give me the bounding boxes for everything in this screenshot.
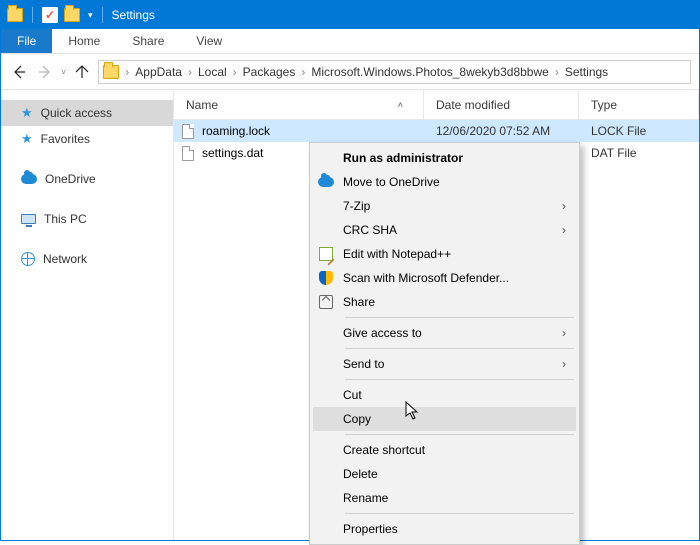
ctx-create-shortcut[interactable]: Create shortcut	[313, 438, 576, 462]
separator	[345, 379, 574, 380]
ctx-copy[interactable]: Copy	[313, 407, 576, 431]
sidebar-item-favorites[interactable]: ★ Favorites	[1, 126, 173, 152]
new-folder-icon[interactable]	[64, 8, 80, 22]
quick-access-toolbar: ✓ ▾	[1, 7, 106, 23]
address-bar[interactable]: › AppData › Local › Packages › Microsoft…	[98, 60, 691, 84]
column-header-name[interactable]: Name ˄	[174, 90, 424, 119]
ctx-scan-defender[interactable]: Scan with Microsoft Defender...	[313, 266, 576, 290]
sidebar-item-onedrive[interactable]: OneDrive	[1, 166, 173, 192]
ctx-delete[interactable]: Delete	[313, 462, 576, 486]
ctx-cut[interactable]: Cut	[313, 383, 576, 407]
separator	[345, 317, 574, 318]
separator	[32, 7, 33, 23]
star-icon: ★	[21, 131, 33, 147]
up-button[interactable]	[72, 62, 92, 82]
share-icon	[319, 295, 333, 309]
chevron-right-icon[interactable]: ›	[123, 65, 131, 79]
network-icon	[21, 252, 35, 266]
chevron-right-icon: ›	[562, 326, 566, 340]
chevron-right-icon: ›	[562, 357, 566, 371]
history-dropdown-icon[interactable]: ˅	[61, 67, 66, 77]
tab-view[interactable]: View	[180, 29, 238, 53]
breadcrumb-item[interactable]: Settings	[561, 65, 612, 79]
arrow-up-icon	[74, 64, 90, 80]
file-row[interactable]: roaming.lock 12/06/2020 07:52 AM LOCK Fi…	[174, 120, 699, 142]
window-title: Settings	[112, 8, 155, 22]
separator	[102, 7, 103, 23]
breadcrumb-item[interactable]: Local	[194, 65, 231, 79]
separator	[345, 513, 574, 514]
chevron-right-icon[interactable]: ›	[553, 65, 561, 79]
computer-icon	[21, 214, 36, 224]
folder-icon	[103, 65, 119, 79]
sidebar-item-this-pc[interactable]: This PC	[1, 206, 173, 232]
sidebar-item-label: OneDrive	[45, 172, 96, 186]
tab-home[interactable]: Home	[52, 29, 116, 53]
ctx-rename[interactable]: Rename	[313, 486, 576, 510]
cloud-icon	[21, 174, 37, 184]
chevron-right-icon: ›	[562, 199, 566, 213]
breadcrumb-item[interactable]: AppData	[131, 65, 186, 79]
shield-icon	[319, 271, 333, 285]
chevron-right-icon[interactable]: ›	[299, 65, 307, 79]
navigation-pane: ★ Quick access ★ Favorites OneDrive This…	[1, 90, 174, 540]
sidebar-item-label: Network	[43, 252, 87, 266]
ctx-move-to-onedrive[interactable]: Move to OneDrive	[313, 170, 576, 194]
folder-icon[interactable]	[7, 8, 23, 22]
properties-icon[interactable]: ✓	[42, 7, 58, 23]
arrow-right-icon	[37, 64, 53, 80]
file-icon	[182, 146, 194, 161]
navigation-bar: ˅ › AppData › Local › Packages › Microso…	[1, 54, 699, 90]
file-type: DAT File	[579, 146, 699, 160]
ctx-crc-sha[interactable]: CRC SHA ›	[313, 218, 576, 242]
qat-dropdown-icon[interactable]: ▾	[88, 10, 93, 21]
file-name: roaming.lock	[202, 124, 424, 138]
file-type: LOCK File	[579, 124, 699, 138]
ctx-7zip[interactable]: 7-Zip ›	[313, 194, 576, 218]
column-headers: Name ˄ Date modified Type	[174, 90, 699, 120]
context-menu: Run as administrator Move to OneDrive 7-…	[309, 142, 580, 545]
chevron-right-icon[interactable]: ›	[186, 65, 194, 79]
title-bar: ✓ ▾ Settings	[1, 1, 699, 29]
ctx-properties[interactable]: Properties	[313, 517, 576, 541]
notepad-icon	[319, 247, 333, 261]
cloud-icon	[318, 177, 334, 187]
chevron-right-icon: ›	[562, 223, 566, 237]
sidebar-item-quick-access[interactable]: ★ Quick access	[1, 100, 173, 126]
ribbon-tabs: File Home Share View	[1, 29, 699, 54]
file-date: 12/06/2020 07:52 AM	[424, 124, 579, 138]
breadcrumb-item[interactable]: Microsoft.Windows.Photos_8wekyb3d8bbwe	[307, 65, 552, 79]
file-tab[interactable]: File	[1, 29, 52, 53]
ctx-send-to[interactable]: Send to ›	[313, 352, 576, 376]
column-header-type[interactable]: Type	[579, 90, 699, 119]
sidebar-item-label: Favorites	[41, 132, 90, 146]
sidebar-item-label: This PC	[44, 212, 87, 226]
breadcrumb-item[interactable]: Packages	[239, 65, 300, 79]
ctx-share[interactable]: Share	[313, 290, 576, 314]
separator	[345, 434, 574, 435]
chevron-right-icon[interactable]: ›	[231, 65, 239, 79]
tab-share[interactable]: Share	[116, 29, 180, 53]
star-icon: ★	[21, 105, 33, 121]
ctx-run-as-administrator[interactable]: Run as administrator	[313, 146, 576, 170]
sort-asc-icon: ˄	[398, 100, 403, 110]
ctx-give-access-to[interactable]: Give access to ›	[313, 321, 576, 345]
forward-button[interactable]	[35, 62, 55, 82]
sidebar-item-network[interactable]: Network	[1, 246, 173, 272]
ctx-edit-notepadpp[interactable]: Edit with Notepad++	[313, 242, 576, 266]
sidebar-item-label: Quick access	[41, 106, 112, 120]
back-button[interactable]	[9, 62, 29, 82]
separator	[345, 348, 574, 349]
column-header-date[interactable]: Date modified	[424, 90, 579, 119]
arrow-left-icon	[11, 64, 27, 80]
file-icon	[182, 124, 194, 139]
